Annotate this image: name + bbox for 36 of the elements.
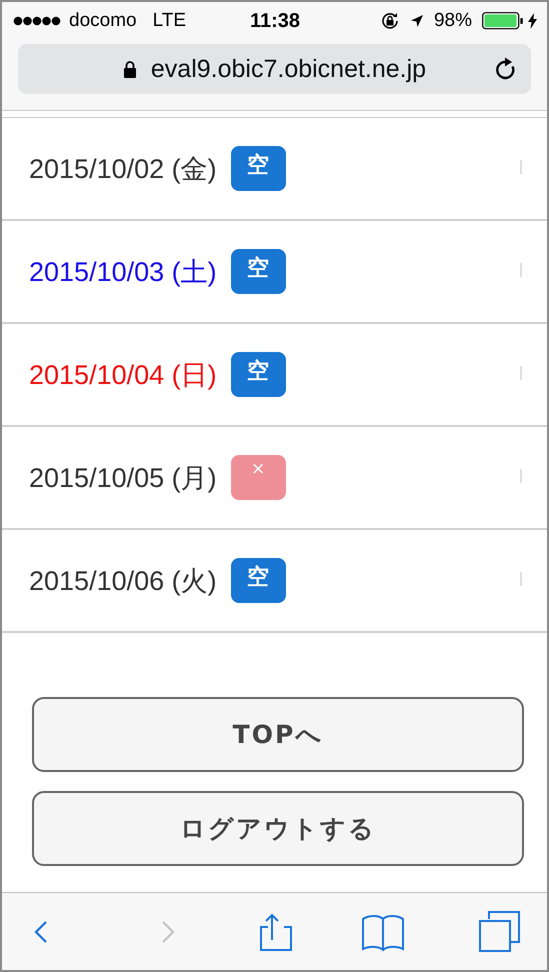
carrier-name: docomo: [69, 10, 137, 32]
location-arrow-icon: [410, 14, 424, 28]
edge-mark: [520, 160, 522, 174]
date-label: 2015/10/05 (月): [29, 462, 217, 495]
signal-icon: [13, 16, 61, 26]
clock-time: 11:38: [250, 10, 300, 32]
charging-icon: [528, 13, 537, 29]
date-label: 2015/10/02 (金): [29, 152, 217, 186]
status-badge[interactable]: 空: [230, 146, 286, 191]
date-label: 2015/10/06 (火): [29, 564, 217, 598]
tabs-icon[interactable]: [479, 910, 521, 952]
status-badge[interactable]: 空: [230, 558, 286, 603]
nav-button[interactable]: ログアウトする: [32, 791, 524, 866]
battery-icon: [482, 12, 524, 30]
status-badge[interactable]: 空: [230, 352, 286, 397]
day-row[interactable]: 2015/10/02 (金) 空: [2, 118, 547, 221]
network-type: LTE: [152, 10, 186, 32]
day-row[interactable]: 2015/10/04 (日) 空: [2, 324, 547, 427]
url-text: eval9.obic7.obicnet.ne.jp: [150, 54, 426, 84]
nav-button[interactable]: TOPへ: [32, 697, 524, 772]
battery-percent: 98%: [434, 10, 472, 32]
edge-mark: [520, 572, 522, 586]
edge-mark: [520, 469, 522, 483]
rotation-lock-icon: [380, 11, 400, 31]
lock-icon: [122, 60, 137, 78]
edge-mark: [520, 366, 522, 380]
date-label: 2015/10/04 (日): [29, 358, 217, 392]
share-icon[interactable]: [260, 912, 292, 952]
date-label: 2015/10/03 (土): [29, 256, 217, 289]
day-row[interactable]: 2015/10/05 (月) ×: [2, 427, 547, 530]
edge-mark: [520, 263, 522, 277]
day-row[interactable]: 2015/10/06 (火) 空: [2, 530, 547, 633]
status-badge[interactable]: 空: [230, 249, 286, 294]
reload-icon[interactable]: [495, 57, 517, 81]
address-bar[interactable]: eval9.obic7.obicnet.ne.jp: [18, 44, 531, 94]
day-row[interactable]: 2015/10/03 (土) 空: [2, 221, 547, 324]
